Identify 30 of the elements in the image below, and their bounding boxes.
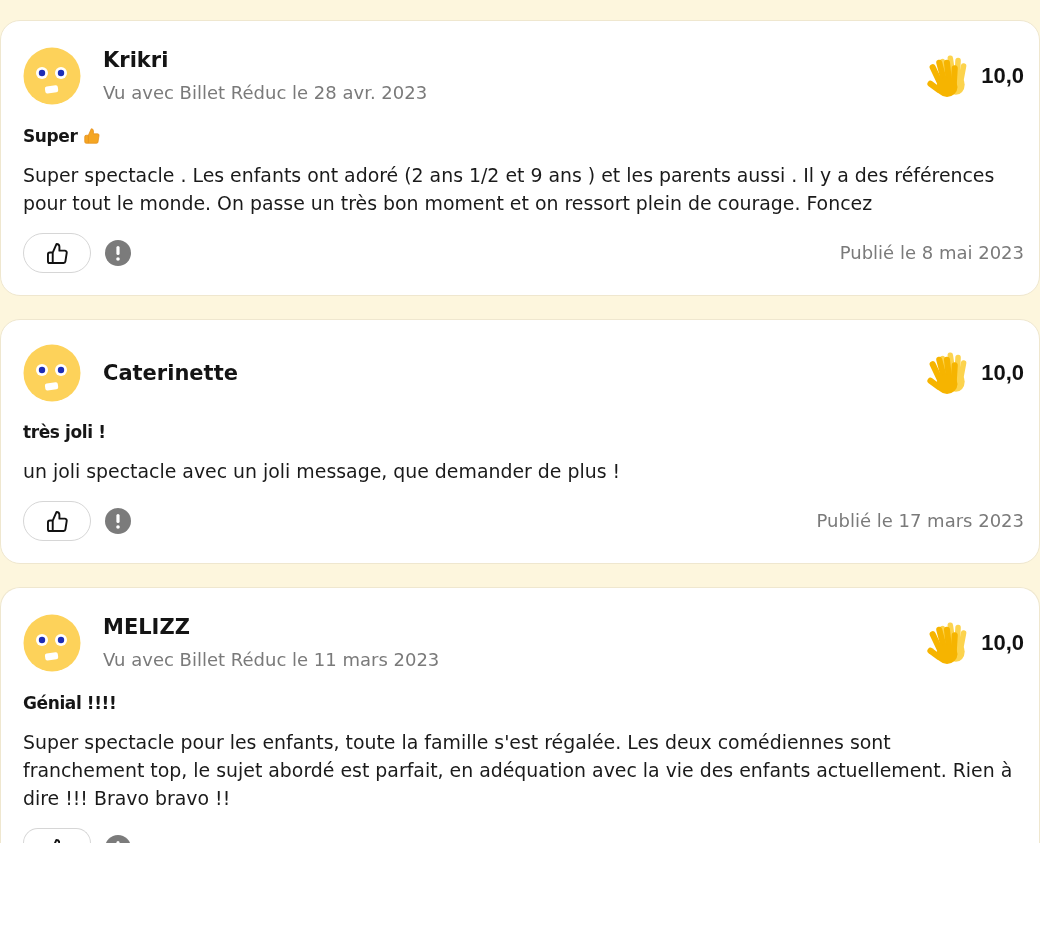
review-text: un joli spectacle avec un joli message, que demander de plus !: [23, 459, 622, 484]
author-name: Caterinette: [103, 360, 238, 387]
warning-icon[interactable]: [105, 835, 131, 843]
rating-score: 10,0: [981, 62, 1024, 89]
thumbs-up-icon: [53, 839, 61, 843]
author-name: MELIZZ: [103, 614, 190, 641]
rating-score: 10,0: [981, 360, 1024, 386]
published-date: Publié le 8 mai 2023: [839, 241, 1024, 265]
review-text: Super spectacle . Les enfants ont adoré (2 ans 1/2 et 9 ans ) et les parents aussi . Il y a des références pour tout le monde. On passe un très bon moment et on ressort plein de courage. Foncez: [23, 163, 996, 216]
clapping-hands-icon: [926, 54, 969, 97]
seen-with-text: Vu avec Billet Réduc le 28 avr. 2023: [103, 81, 428, 105]
smiley-avatar-icon: [23, 344, 81, 402]
thumbs-up-icon: [46, 511, 68, 532]
review-title: très joli !: [23, 421, 106, 444]
seen-with-text: Vu avec Billet Réduc le 11 mars 2023: [103, 648, 440, 672]
like-button[interactable]: [23, 501, 91, 541]
smiley-avatar-icon: [23, 613, 81, 672]
clapping-hands-icon: [926, 352, 969, 394]
clapping-hands-icon: [926, 621, 969, 664]
published-date: Publié le 17 mars 2023: [816, 509, 1024, 533]
review-title: Super: [23, 125, 78, 148]
review-title: Génial !!!!: [23, 692, 117, 715]
review-text: Super spectacle pour les enfants, toute la famille s'est régalée. Les deux comédiennes sont franchement top, le sujet abordé est parfait, en adéquation avec la vie des enfants actuellement. Rien à dire !!! Bravo bravo !!: [23, 730, 1014, 811]
rating-score: 10,0: [981, 629, 1024, 656]
smiley-avatar-icon: [23, 46, 81, 105]
like-button[interactable]: [23, 233, 91, 273]
warning-icon[interactable]: [105, 508, 131, 534]
author-name: Krikri: [103, 47, 169, 74]
warning-icon[interactable]: [105, 240, 131, 266]
thumbs-up-icon: [46, 243, 68, 264]
